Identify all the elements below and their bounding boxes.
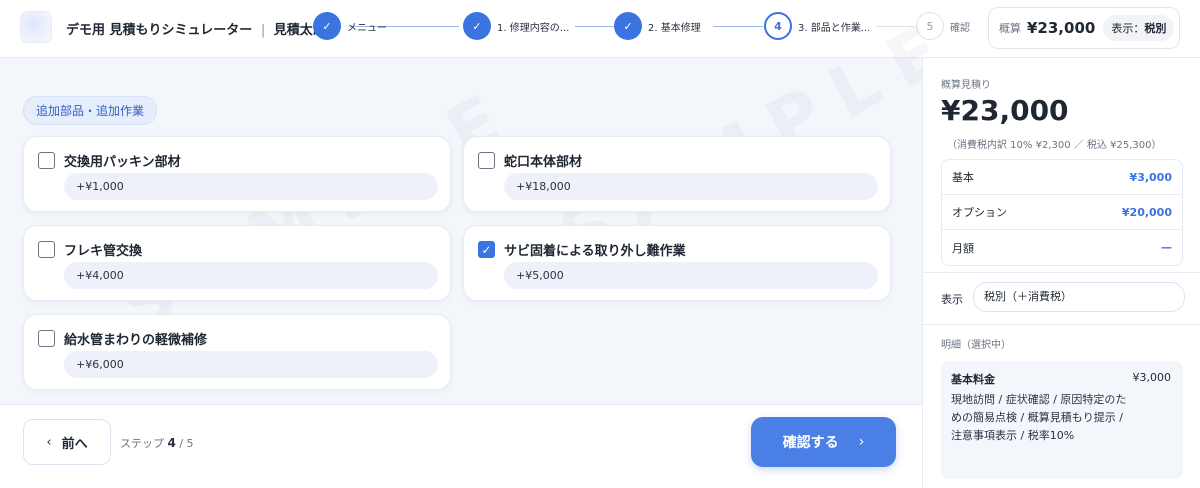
option-title: 給水管まわりの軽微補修 (64, 333, 208, 348)
checkbox[interactable] (38, 241, 55, 258)
app-logo (20, 11, 52, 43)
step-3[interactable]: 4 3. 部品と作業... (764, 12, 870, 40)
detail-description: 現地訪問 / 症状確認 / 原因特定のための簡易点検 / 概算見積もり提示 / … (951, 393, 1127, 442)
tax-note: （消費税内訳 10% ¥2,300 ／ 税込 ¥25,300） (947, 140, 1162, 151)
breakdown-row: 月額 — (942, 230, 1182, 265)
option-title: 蛇口本体部材 (504, 155, 583, 170)
step-number: 4 (764, 12, 792, 40)
main-content: SAMPLE SAMPLE 追加部品・追加作業 交換用パッキン部材 +¥1,00… (0, 0, 972, 404)
chevron-left-icon: ‹ (46, 434, 52, 450)
step-menu[interactable]: ✓ メニュー (313, 12, 387, 40)
option-price: +¥1,000 (64, 173, 438, 200)
detail-label: 明細（選択中） (941, 340, 1011, 351)
display-label: 表示 (941, 293, 963, 306)
title-separator: | (260, 23, 266, 38)
step-2[interactable]: ✓ 2. 基本修理 (614, 12, 701, 40)
step-confirm[interactable]: 5 確認 (916, 12, 970, 40)
check-icon: ✓ (614, 12, 642, 40)
step-connector (713, 26, 763, 27)
estimate-sidebar: 概算見積り ¥23,000 （消費税内訳 10% ¥2,300 ／ 税込 ¥25… (922, 58, 1200, 488)
top-bar: デモ用 見積もりシミュレーター | 見積太郎 ✓ メニュー ✓ 1. 修理内容の… (0, 0, 1200, 58)
divider (923, 272, 1200, 273)
step-1[interactable]: ✓ 1. 修理内容の... (463, 12, 569, 40)
footer-nav: ‹ 前へ ステップ 4 / 5 確認する › (0, 404, 922, 488)
display-mode-value: 税別 (1144, 22, 1167, 35)
section-tag: 追加部品・追加作業 (23, 96, 158, 125)
step-counter-current: 4 (167, 436, 176, 450)
breakdown-row: 基本 ¥3,000 (942, 160, 1182, 195)
option-card[interactable]: 給水管まわりの軽微補修 +¥6,000 (23, 314, 451, 390)
breakdown-table: 基本 ¥3,000 オプション ¥20,000 月額 — (941, 159, 1183, 266)
option-title: サビ固着による取り外し難作業 (504, 244, 686, 259)
step-counter-prefix: ステップ (120, 437, 164, 450)
checkbox[interactable] (38, 330, 55, 347)
step-counter: ステップ 4 / 5 (120, 435, 194, 451)
breakdown-row: オプション ¥20,000 (942, 195, 1182, 230)
app-title: デモ用 見積もりシミュレーター | 見積太郎 (66, 19, 326, 38)
option-price: +¥4,000 (64, 262, 438, 289)
detail-card: 基本料金 ¥3,000 現地訪問 / 症状確認 / 原因特定のための簡易点検 /… (941, 361, 1183, 479)
step-number: 5 (916, 12, 944, 40)
summary-label: 概算 (999, 22, 1021, 35)
breakdown-label: 月額 (952, 241, 974, 255)
breakdown-label: オプション (952, 206, 1007, 219)
breakdown-value: ¥20,000 (1121, 205, 1172, 219)
display-mode-label: 表示： (1111, 22, 1145, 35)
breakdown-value: — (1161, 241, 1172, 254)
detail-price: ¥3,000 (1132, 371, 1172, 384)
header-summary: 概算 ¥23,000 表示：税別 (988, 7, 1180, 49)
option-card[interactable]: 交換用パッキン部材 +¥1,000 (23, 136, 451, 212)
step-label: 1. 修理内容の... (497, 22, 570, 34)
option-card[interactable]: ✓ サビ固着による取り外し難作業 +¥5,000 (463, 225, 891, 301)
display-select[interactable]: 税別（＋消費税） (973, 282, 1185, 312)
breakdown-value: ¥3,000 (1129, 170, 1172, 184)
confirm-button[interactable]: 確認する › (751, 417, 896, 467)
divider (923, 324, 1200, 325)
estimate-label: 概算見積り (941, 80, 991, 91)
option-title: フレキ管交換 (64, 244, 143, 259)
step-label: メニュー (347, 22, 387, 34)
step-connector (876, 26, 914, 27)
checkbox[interactable] (38, 152, 55, 169)
estimate-amount: ¥23,000 (941, 94, 1069, 127)
back-button[interactable]: ‹ 前へ (23, 419, 111, 465)
option-price: +¥18,000 (504, 173, 878, 200)
step-label: 2. 基本修理 (648, 22, 701, 34)
check-icon: ✓ (313, 12, 341, 40)
step-label: 3. 部品と作業... (798, 22, 871, 34)
option-price: +¥5,000 (504, 262, 878, 289)
step-counter-total: / 5 (179, 437, 194, 450)
checkbox-checked[interactable]: ✓ (478, 241, 495, 258)
display-mode-pill[interactable]: 表示：税別 (1103, 15, 1175, 41)
check-icon: ✓ (463, 12, 491, 40)
summary-amount: ¥23,000 (1027, 19, 1096, 37)
confirm-button-label: 確認する (782, 435, 839, 451)
step-connector (575, 26, 615, 27)
step-label: 確認 (950, 22, 970, 34)
option-card[interactable]: フレキ管交換 +¥4,000 (23, 225, 451, 301)
checkbox[interactable] (478, 152, 495, 169)
option-price: +¥6,000 (64, 351, 438, 378)
option-card[interactable]: 蛇口本体部材 +¥18,000 (463, 136, 891, 212)
chevron-right-icon: › (858, 434, 865, 450)
breakdown-label: 基本 (952, 171, 974, 184)
back-button-label: 前へ (61, 436, 88, 452)
option-title: 交換用パッキン部材 (64, 155, 181, 170)
step-indicator: ✓ メニュー ✓ 1. 修理内容の... ✓ 2. 基本修理 4 3. 部品と作… (313, 12, 973, 42)
app-title-text: デモ用 見積もりシミュレーター (66, 23, 253, 38)
